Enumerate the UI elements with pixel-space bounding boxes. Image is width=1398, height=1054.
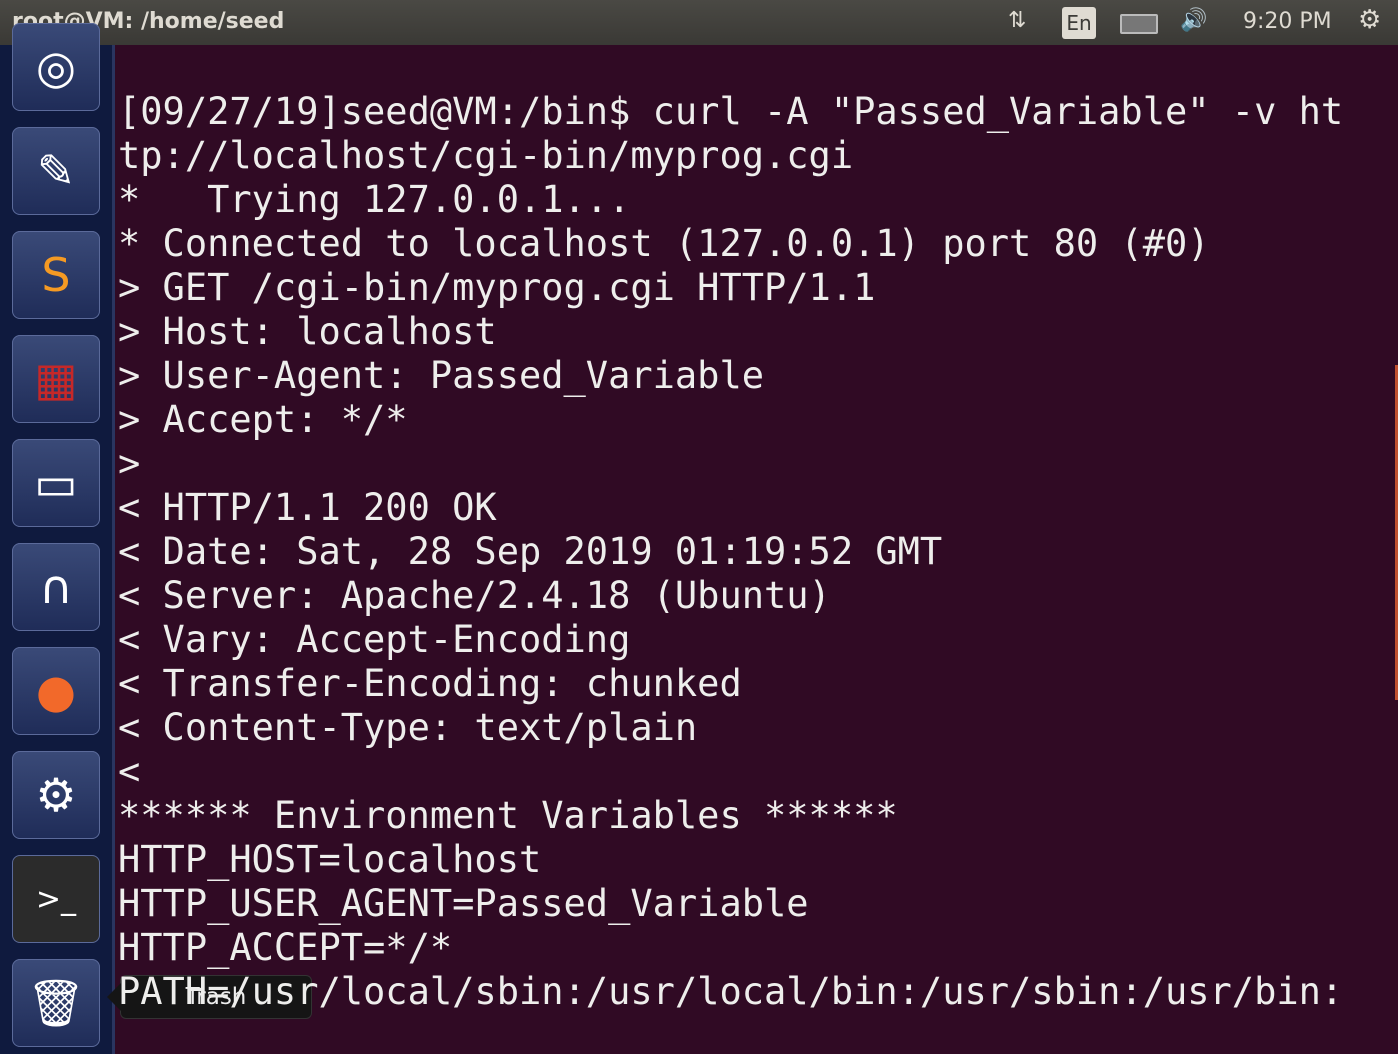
terminal-line: PATH=/usr/local/sbin:/usr/local/bin:/usr… [118,970,1344,1013]
launcher-ubuntu-dash-icon[interactable]: ◎ [12,23,100,111]
launcher-terminal-icon[interactable]: >_ [12,855,100,943]
launcher-sublime-text-icon[interactable]: S [12,231,100,319]
launcher-trash-icon[interactable]: 🗑 [12,959,100,1047]
terminal-line: < Content-Type: text/plain [118,706,698,749]
terminal-line: > [118,442,141,485]
terminal-line: * Trying 127.0.0.1... [118,178,631,221]
launcher-text-editor-icon[interactable]: ✎ [12,127,100,215]
terminal-line: HTTP_HOST=localhost [118,838,542,881]
terminal-line: < Server: Apache/2.4.18 (Ubuntu) [118,574,831,617]
terminal-line: < Date: Sat, 28 Sep 2019 01:19:52 GMT [118,530,943,573]
launcher: ◎ ✎ S ▦ ▭ ∩ ● ⚙ >_ 🗑 [0,23,115,1054]
volume-icon[interactable]: 🔊 [1180,8,1207,33]
clock[interactable]: 9:20 PM [1243,9,1332,34]
terminal-line: ****** Environment Variables ****** [118,794,898,837]
terminal-line: < [118,750,141,793]
top-panel: root@VM: /home/seed ⇅ En 🔊 9:20 PM ⚙ [0,0,1398,45]
network-updown-icon[interactable]: ⇅ [1008,8,1026,33]
launcher-workspaces-icon[interactable]: ▦ [12,335,100,423]
terminal-line: HTTP_USER_AGENT=Passed_Variable [118,882,809,925]
terminal-line: < Transfer-Encoding: chunked [118,662,742,705]
terminal-line: > GET /cgi-bin/myprog.cgi HTTP/1.1 [118,266,876,309]
launcher-file-cabinet-icon[interactable]: ▭ [12,439,100,527]
launcher-wireshark-icon[interactable]: ∩ [12,543,100,631]
terminal-line: < HTTP/1.1 200 OK [118,486,497,529]
terminal-line: > Accept: */* [118,398,408,441]
launcher-firefox-icon[interactable]: ● [12,647,100,735]
terminal-line: > User-Agent: Passed_Variable [118,354,765,397]
terminal-line: [09/27/19]seed@VM:/bin$ curl -A "Passed_… [118,90,1344,133]
keyboard-layout-icon[interactable]: En [1062,7,1096,39]
terminal-line: tp://localhost/cgi-bin/myprog.cgi [118,134,854,177]
terminal-line: * Connected to localhost (127.0.0.1) por… [118,222,1210,265]
power-gear-icon[interactable]: ⚙ [1358,5,1381,35]
battery-icon[interactable] [1120,14,1158,34]
launcher-system-settings-icon[interactable]: ⚙ [12,751,100,839]
terminal-line: > Host: localhost [118,310,497,353]
terminal-line: < Vary: Accept-Encoding [118,618,631,661]
terminal-line: HTTP_ACCEPT=*/* [118,926,453,969]
terminal-output[interactable]: [09/27/19]seed@VM:/bin$ curl -A "Passed_… [118,90,1343,1014]
